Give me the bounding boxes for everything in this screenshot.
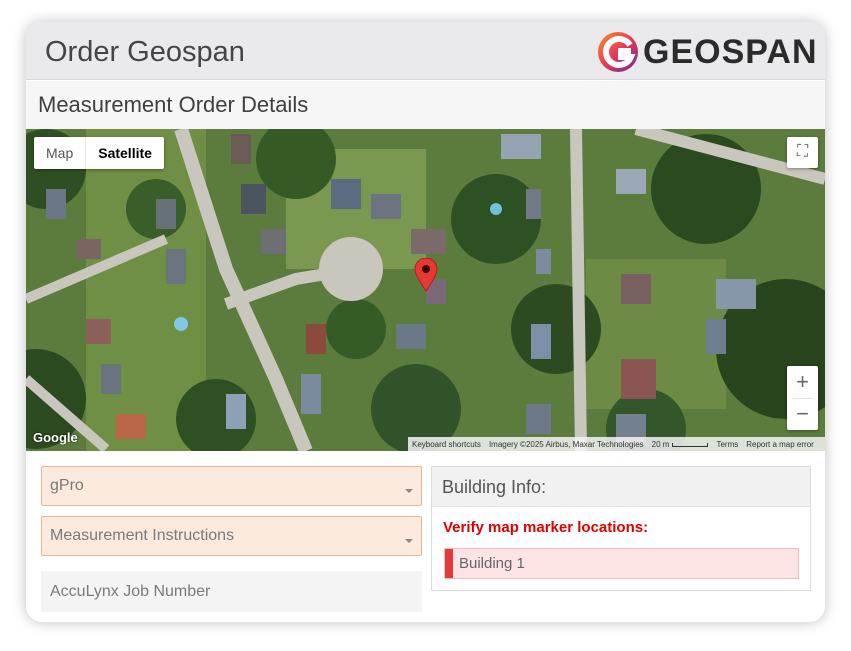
keyboard-shortcuts-link[interactable]: Keyboard shortcuts xyxy=(412,440,481,449)
product-select[interactable]: gPro xyxy=(41,466,422,506)
building-label: Building 1 xyxy=(459,555,525,572)
geospan-logo: GEOSPAN xyxy=(597,31,817,73)
building-info-title: Building Info: xyxy=(432,467,810,507)
terms-link[interactable]: Terms xyxy=(716,440,738,449)
map-scale: 20 m xyxy=(652,440,709,449)
map-type-satellite-button[interactable]: Satellite xyxy=(85,137,164,169)
zoom-control: + − xyxy=(787,366,818,430)
report-error-link[interactable]: Report a map error xyxy=(746,440,814,449)
building-list-item[interactable]: Building 1 xyxy=(444,548,799,579)
order-card: Order Geospan GEOSPAN Measurement Order … xyxy=(26,22,825,622)
building-status-bar xyxy=(445,549,453,578)
verify-warning: Verify map marker locations: xyxy=(443,519,649,536)
measurement-instructions-select[interactable]: Measurement Instructions xyxy=(41,516,422,556)
zoom-in-button[interactable]: + xyxy=(787,366,818,398)
google-logo: Google xyxy=(33,430,78,445)
map-type-map-button[interactable]: Map xyxy=(34,137,85,169)
satellite-map[interactable]: Map Satellite ⛶ + − Google Keyboard shor… xyxy=(26,129,825,451)
fullscreen-icon: ⛶ xyxy=(796,143,809,160)
section-title: Measurement Order Details xyxy=(38,92,309,117)
section-header: Measurement Order Details xyxy=(26,81,825,129)
product-select-value: gPro xyxy=(50,477,84,494)
building-info-panel: Building Info: Verify map marker locatio… xyxy=(431,466,811,591)
logo-text: GEOSPAN xyxy=(643,33,818,71)
map-attribution: Keyboard shortcuts Imagery ©2025 Airbus,… xyxy=(408,437,825,451)
chevron-down-icon xyxy=(405,539,413,543)
scale-bar xyxy=(672,442,709,447)
zoom-out-button[interactable]: − xyxy=(787,398,818,430)
scale-label: 20 m xyxy=(651,439,670,449)
app-title: Order Geospan xyxy=(45,36,245,68)
header-bar: Order Geospan GEOSPAN xyxy=(26,22,825,80)
map-type-control: Map Satellite xyxy=(34,137,164,169)
chevron-down-icon xyxy=(405,489,413,493)
imagery-credit: Imagery ©2025 Airbus, Maxar Technologies xyxy=(488,439,644,449)
job-number-placeholder: AccuLynx Job Number xyxy=(50,583,211,600)
fullscreen-button[interactable]: ⛶ xyxy=(787,137,818,168)
zoom-divider xyxy=(792,398,813,399)
measurement-instructions-placeholder: Measurement Instructions xyxy=(50,527,235,544)
geospan-logo-icon xyxy=(598,32,638,72)
job-number-input[interactable]: AccuLynx Job Number xyxy=(41,571,422,612)
map-pin-icon[interactable] xyxy=(414,258,438,292)
